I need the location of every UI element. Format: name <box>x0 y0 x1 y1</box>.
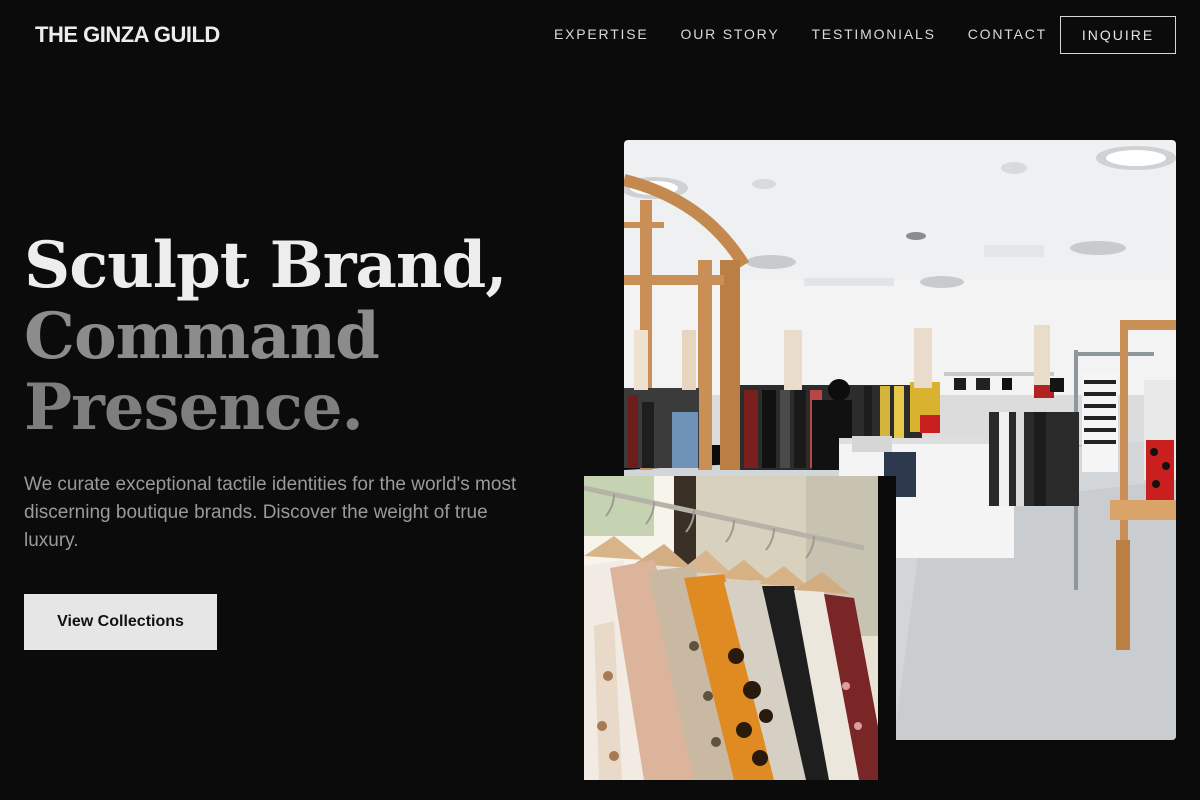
headline-line-1: Sculpt Brand, <box>24 228 507 303</box>
clothing-rack-photo <box>584 476 888 780</box>
inquire-button[interactable]: INQUIRE <box>1060 16 1176 54</box>
image-divider <box>878 476 896 780</box>
nav-item-our-story[interactable]: OUR STORY <box>681 26 780 42</box>
headline-line-3: Presence. <box>24 370 364 445</box>
main-nav: EXPERTISE OUR STORY TESTIMONIALS CONTACT <box>554 26 1079 42</box>
hero-subtitle: We curate exceptional tactile identities… <box>24 474 517 551</box>
view-collections-button[interactable]: View Collections <box>24 594 217 650</box>
headline-line-2: Command <box>24 299 380 374</box>
top-bar: THE GINZA GUILD EXPERTISE OUR STORY TEST… <box>0 0 1200 70</box>
nav-item-testimonials[interactable]: TESTIMONIALS <box>811 26 935 42</box>
nav-item-expertise[interactable]: EXPERTISE <box>554 26 649 42</box>
hero-headline: Sculpt Brand, Command Presence. <box>24 228 507 445</box>
nav-item-contact[interactable]: CONTACT <box>968 26 1047 42</box>
brand-logo[interactable]: THE GINZA GUILD <box>35 22 220 48</box>
